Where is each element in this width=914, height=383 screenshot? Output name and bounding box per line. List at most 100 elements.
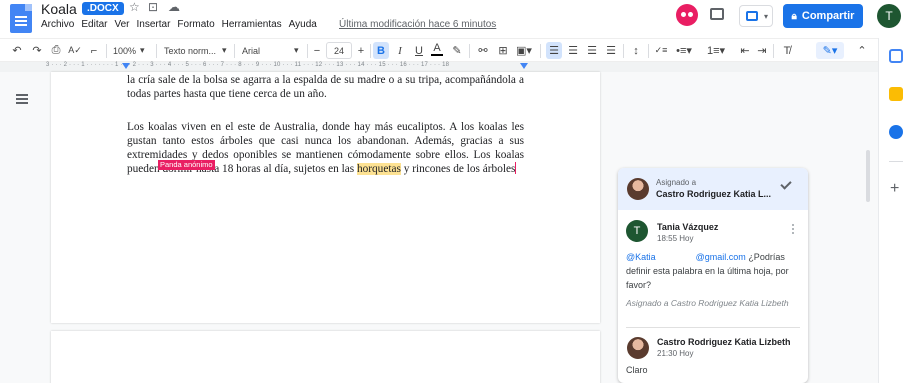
spellcheck-icon[interactable]: A✓ bbox=[68, 42, 82, 59]
collaborator-cursor bbox=[515, 162, 517, 175]
text-color-icon[interactable]: A bbox=[431, 42, 443, 56]
bold-icon[interactable]: B bbox=[373, 42, 389, 59]
top-bar: Koala .DOCX ☆ ⊡ ☁ Archivo Editar Ver Ins… bbox=[0, 0, 914, 38]
increase-font-size-button[interactable]: + bbox=[355, 42, 367, 59]
ruler[interactable]: 3 · · · 2 · · · 1 · · · · · · · 1 · · · … bbox=[0, 62, 878, 72]
docs-logo-icon[interactable] bbox=[10, 4, 32, 33]
chevron-down-icon: ▾ bbox=[222, 45, 227, 55]
font-select[interactable]: Arial ▾ bbox=[242, 42, 304, 59]
reply-text: Claro bbox=[626, 365, 648, 375]
tasks-icon[interactable] bbox=[889, 125, 903, 139]
justify-icon[interactable]: ☰ bbox=[604, 42, 618, 59]
menu-archivo[interactable]: Archivo bbox=[41, 19, 74, 30]
mention-name[interactable]: @Katia bbox=[626, 252, 656, 262]
comments-icon[interactable] bbox=[710, 8, 724, 20]
numbered-list-icon[interactable]: 1≡▾ bbox=[705, 42, 727, 59]
chevron-down-icon: ▾ bbox=[763, 12, 768, 21]
font-size-input[interactable]: 24 bbox=[326, 42, 352, 59]
assigned-to-label: Asignado a bbox=[656, 178, 697, 187]
comment-icon[interactable]: ⊞ bbox=[496, 42, 510, 59]
chevron-down-icon: ▾ bbox=[294, 45, 299, 55]
increase-indent-icon[interactable]: ⇥ bbox=[755, 42, 769, 59]
clear-format-icon[interactable]: T̸ bbox=[780, 42, 794, 59]
undo-icon[interactable]: ↶ bbox=[10, 42, 24, 59]
print-icon[interactable]: ⎙ bbox=[49, 42, 63, 59]
reply-time: 21:30 Hoy bbox=[657, 349, 694, 358]
comment-author-name: Tania Vázquez bbox=[657, 222, 719, 232]
edit-mode-icon[interactable]: ✎▾ bbox=[816, 42, 844, 59]
toolbar: ↶ ↷ ⎙ A✓ ⌐ 100% ▾ Texto norm... ▾ Arial ▾ −… bbox=[0, 38, 878, 62]
menu-ayuda[interactable]: Ayuda bbox=[289, 19, 317, 30]
document-title[interactable]: Koala bbox=[41, 1, 77, 17]
paragraph-2-text-b: y rincones de los árboles bbox=[400, 163, 516, 176]
resolve-check-icon[interactable] bbox=[780, 178, 792, 190]
underline-icon[interactable]: U bbox=[413, 42, 425, 59]
assigned-note: Asignado a Castro Rodriguez Katia Lizbet… bbox=[626, 298, 789, 308]
document-page-2[interactable] bbox=[51, 331, 600, 383]
right-indent-marker[interactable] bbox=[520, 63, 528, 69]
assignee-avatar bbox=[627, 178, 649, 200]
comment-author-avatar: T bbox=[626, 220, 648, 242]
decrease-font-size-button[interactable]: − bbox=[311, 42, 323, 59]
last-edit-link[interactable]: Última modificación hace 6 minutos bbox=[339, 19, 496, 30]
present-icon bbox=[746, 11, 758, 21]
chevron-down-icon: ▾ bbox=[140, 45, 145, 55]
italic-icon[interactable]: I bbox=[394, 42, 406, 59]
menu-insertar[interactable]: Insertar bbox=[137, 19, 171, 30]
checklist-icon[interactable]: ✓≡ bbox=[654, 42, 668, 59]
menu-editar[interactable]: Editar bbox=[81, 19, 107, 30]
menu-herramientas[interactable]: Herramientas bbox=[222, 19, 282, 30]
keep-icon[interactable] bbox=[889, 87, 903, 101]
file-type-badge: .DOCX bbox=[82, 2, 124, 15]
more-options-icon[interactable] bbox=[792, 224, 795, 236]
align-center-icon[interactable]: ☰ bbox=[566, 42, 580, 59]
user-avatar[interactable]: T bbox=[877, 4, 901, 28]
paint-format-icon[interactable]: ⌐ bbox=[87, 42, 101, 59]
document-page[interactable]: la cría sale de la bolsa se agarra a la … bbox=[51, 72, 600, 323]
redo-icon[interactable]: ↷ bbox=[30, 42, 44, 59]
link-icon[interactable]: ⚯ bbox=[476, 42, 490, 59]
mention-email[interactable]: @gmail.com bbox=[696, 252, 746, 262]
share-label: Compartir bbox=[801, 10, 855, 22]
scrollbar[interactable] bbox=[866, 150, 870, 202]
menu-bar: Archivo Editar Ver Insertar Formato Herr… bbox=[41, 19, 317, 30]
zoom-select[interactable]: 100% ▾ bbox=[113, 42, 151, 59]
menu-formato[interactable]: Formato bbox=[177, 19, 214, 30]
menu-ver[interactable]: Ver bbox=[114, 19, 129, 30]
align-left-icon[interactable]: ☰ bbox=[546, 42, 562, 59]
assignee-name: Castro Rodriguez Katia L... bbox=[656, 189, 772, 199]
reply-author-avatar bbox=[627, 337, 649, 359]
collaborator-cursor-label: Panda anónimo bbox=[158, 160, 215, 170]
share-button[interactable]: 🔒︎ Compartir bbox=[783, 4, 863, 28]
font-value: Arial bbox=[242, 45, 261, 56]
image-icon[interactable]: ▣▾ bbox=[514, 42, 534, 59]
zoom-value: 100% bbox=[113, 45, 137, 56]
style-value: Texto norm... bbox=[164, 45, 217, 56]
ruler-scale: 3 · · · 2 · · · 1 · · · · · · · 1 · · · … bbox=[46, 62, 450, 68]
decrease-indent-icon[interactable]: ⇤ bbox=[738, 42, 752, 59]
assignment-header: Asignado a Castro Rodriguez Katia L... bbox=[618, 168, 808, 210]
font-size-value: 24 bbox=[333, 45, 344, 56]
bullet-list-icon[interactable]: •≡▾ bbox=[674, 42, 694, 59]
style-select[interactable]: Texto norm... ▾ bbox=[164, 42, 230, 59]
left-indent-marker[interactable] bbox=[122, 63, 130, 69]
comment-body: @Katia @gmail.com ¿Podrías definir esta p… bbox=[626, 250, 802, 292]
outline-icon[interactable] bbox=[16, 94, 28, 106]
align-right-icon[interactable]: ☰ bbox=[585, 42, 599, 59]
paragraph-1[interactable]: la cría sale de la bolsa se agarra a la … bbox=[127, 74, 524, 102]
present-button[interactable]: ▾ bbox=[739, 5, 773, 27]
comment-card[interactable]: Asignado a Castro Rodriguez Katia L... T… bbox=[618, 168, 808, 383]
reply-author-name: Castro Rodriguez Katia Lizbeth bbox=[657, 337, 791, 347]
anonymous-collaborator-avatar[interactable] bbox=[676, 4, 698, 26]
calendar-icon[interactable] bbox=[889, 49, 903, 63]
star-icon[interactable]: ☆ bbox=[129, 0, 140, 14]
line-spacing-icon[interactable]: ↕ bbox=[629, 42, 643, 59]
highlighted-word[interactable]: horquetas bbox=[356, 163, 401, 176]
highlight-icon[interactable]: ✎ bbox=[451, 42, 463, 59]
add-addon-icon[interactable]: + bbox=[890, 180, 899, 198]
cloud-status-icon[interactable]: ☁ bbox=[168, 0, 180, 14]
comment-time: 18:55 Hoy bbox=[657, 234, 694, 243]
move-folder-icon[interactable]: ⊡ bbox=[148, 0, 158, 14]
collapse-icon[interactable]: ⌃ bbox=[855, 42, 869, 59]
side-panel: + bbox=[878, 38, 914, 383]
